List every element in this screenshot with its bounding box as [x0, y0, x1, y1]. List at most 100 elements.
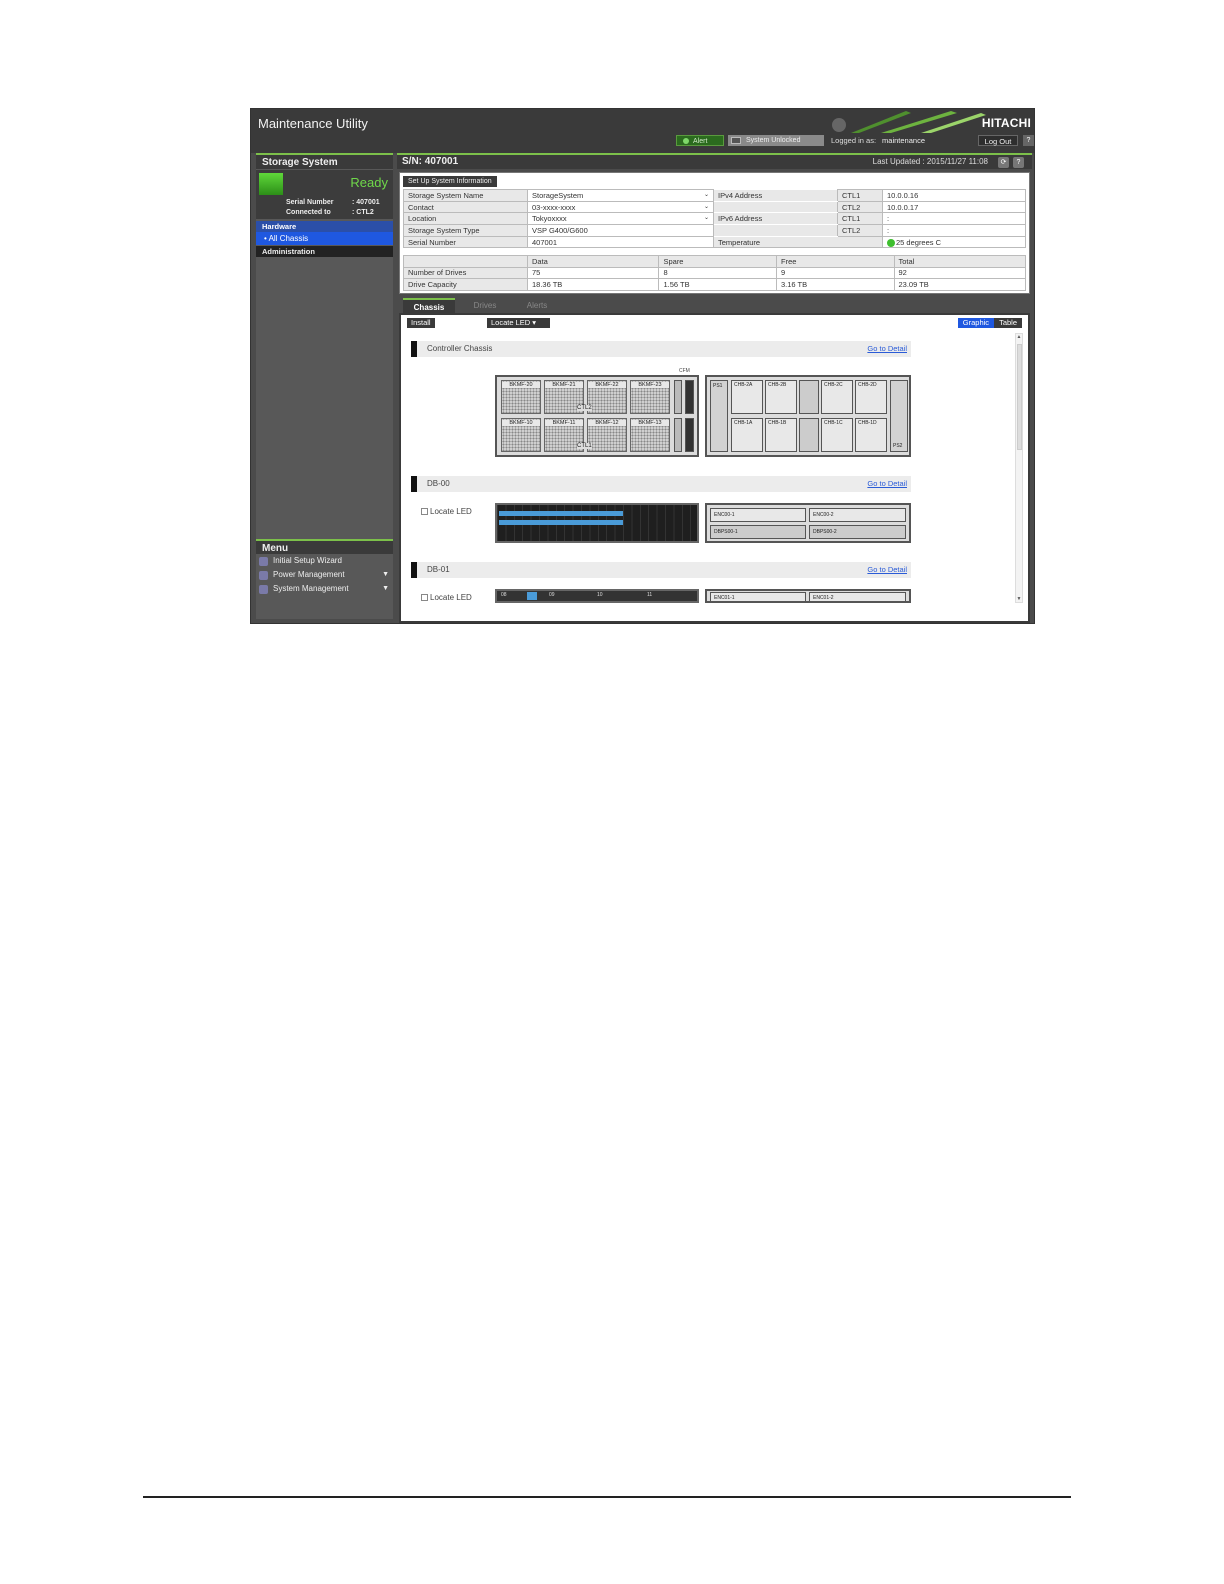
- nav-hardware[interactable]: Hardware: [256, 221, 393, 232]
- bay-label: BKMF-21: [545, 382, 583, 388]
- go-to-detail-link[interactable]: Go to Detail: [867, 565, 907, 574]
- locate-led-checkbox-db00[interactable]: Locate LED: [421, 507, 472, 516]
- help-icon[interactable]: ?: [1013, 157, 1024, 168]
- system-icon: [259, 585, 268, 594]
- menu-item-system-management[interactable]: System Management ▼: [256, 582, 393, 596]
- last-updated: Last Updated : 2015/11/27 11:08: [872, 157, 988, 166]
- menu-item-label: Initial Setup Wizard: [273, 556, 342, 565]
- chevron-down-icon: ▼: [382, 571, 389, 578]
- nav-all-chassis-label: All Chassis: [268, 234, 309, 243]
- temperature-status-icon: [887, 238, 895, 247]
- controller-rear-unit[interactable]: PS1 CHB-2A CHB-2B CHB-2C CHB-2D CHB-1A C…: [705, 375, 911, 457]
- bkmf-bay[interactable]: BKMF-22: [587, 380, 627, 414]
- chb-slot[interactable]: CHB-2D: [855, 380, 887, 414]
- tab-drives[interactable]: Drives: [459, 298, 511, 313]
- db00-drive-tray[interactable]: [495, 503, 699, 543]
- go-to-detail-link[interactable]: Go to Detail: [867, 479, 907, 488]
- db01-drive-tray[interactable]: 08 09 10 11: [495, 589, 699, 603]
- lan-slot[interactable]: [799, 418, 819, 452]
- view-toggle: Graphic Table: [957, 318, 1022, 328]
- logged-in-label: Logged in as:: [831, 136, 877, 145]
- chb-slot[interactable]: CHB-2B: [765, 380, 797, 414]
- scroll-down-icon[interactable]: ▼: [1016, 596, 1022, 602]
- chb-label: CHB-1C: [824, 420, 843, 426]
- nav-administration[interactable]: Administration: [256, 246, 393, 257]
- power-supply-1[interactable]: PS1: [710, 380, 728, 452]
- cfm-slot[interactable]: [685, 380, 694, 414]
- name-field[interactable]: StorageSystem ⌄: [527, 189, 714, 202]
- bay-label: BKMF-20: [502, 382, 540, 388]
- locate-led-dropdown[interactable]: Locate LED ▾: [487, 318, 550, 328]
- enc-module[interactable]: ENC01-2: [809, 592, 906, 602]
- location-field[interactable]: Tokyoxxxx ⌄: [527, 212, 714, 226]
- power-supply-2[interactable]: PS2: [890, 380, 908, 452]
- scroll-up-icon[interactable]: ▲: [1016, 334, 1022, 340]
- contact-field[interactable]: 03-xxxx-xxxx ⌄: [527, 200, 714, 214]
- section-marker: [411, 562, 417, 578]
- capacity-cell: 18.36 TB: [526, 278, 660, 291]
- checkbox[interactable]: [421, 508, 428, 516]
- bkmf-bay[interactable]: BKMF-23: [630, 380, 670, 414]
- ctl1-label: CTL1: [837, 212, 883, 226]
- db01-rear-unit[interactable]: ENC01-1 ENC01-2: [705, 589, 911, 603]
- bay-label: BKMF-23: [631, 382, 669, 388]
- bkmf-bay[interactable]: BKMF-10: [501, 418, 541, 452]
- ctl2-label: CTL2: [837, 224, 883, 237]
- ipv4-label: IPv4 Address: [713, 189, 838, 202]
- menu-item-initial-setup-wizard[interactable]: Initial Setup Wizard: [256, 554, 393, 568]
- bkmf-bay[interactable]: BKMF-20: [501, 380, 541, 414]
- table-view-button[interactable]: Table: [994, 318, 1022, 328]
- lan-slot[interactable]: [799, 380, 819, 414]
- alert-button[interactable]: Alert: [676, 135, 724, 146]
- dbps-module[interactable]: DBPS00-1: [710, 525, 806, 539]
- locate-led-label: Locate LED: [430, 507, 472, 516]
- cfm-slot[interactable]: [674, 418, 682, 452]
- refresh-icon[interactable]: ⟳: [998, 157, 1009, 168]
- section-title: DB-01: [427, 565, 450, 574]
- chb-slot[interactable]: CHB-2A: [731, 380, 763, 414]
- ctl1-label: CTL1: [837, 189, 883, 202]
- system-info-panel: Set Up System Information Storage System…: [399, 172, 1030, 294]
- enc-label: ENC00-1: [714, 512, 735, 518]
- vertical-scrollbar[interactable]: ▲ ▼: [1015, 333, 1023, 603]
- dbps-module[interactable]: DBPS00-2: [809, 525, 906, 539]
- locate-led-label: Locate LED: [491, 318, 531, 327]
- locate-led-label: Locate LED: [430, 593, 472, 602]
- chb-slot[interactable]: CHB-2C: [821, 380, 853, 414]
- data-drive-indicator: [527, 592, 537, 600]
- bkmf-bay[interactable]: BKMF-13: [630, 418, 670, 452]
- section-db-01: DB-01 Go to Detail: [411, 562, 911, 578]
- chb-slot[interactable]: CHB-1B: [765, 418, 797, 452]
- slot-label: 10: [597, 592, 603, 598]
- go-to-detail-link[interactable]: Go to Detail: [867, 344, 907, 353]
- locate-led-checkbox-db01[interactable]: Locate LED: [421, 593, 472, 602]
- logged-in-user: maintenance: [882, 136, 925, 145]
- tab-chassis[interactable]: Chassis: [403, 298, 455, 313]
- setup-system-info-button[interactable]: Set Up System Information: [403, 176, 497, 187]
- graphic-view-button[interactable]: Graphic: [957, 318, 995, 328]
- scroll-thumb[interactable]: [1017, 344, 1022, 450]
- cfm-slot[interactable]: [674, 380, 682, 414]
- tab-alerts[interactable]: Alerts: [511, 298, 563, 313]
- controller-front-unit[interactable]: BKMF-20 BKMF-21 BKMF-22 BKMF-23 CTL2 BKM…: [495, 375, 699, 457]
- nav-all-chassis[interactable]: • All Chassis: [256, 232, 393, 245]
- logout-button[interactable]: Log Out: [978, 135, 1018, 146]
- chb-slot[interactable]: CHB-1D: [855, 418, 887, 452]
- system-lock-button[interactable]: System Unlocked: [728, 135, 824, 146]
- status-details: Serial Number: 407001 Connected to: CTL2: [286, 198, 380, 218]
- serial-value: : 407001: [352, 199, 380, 206]
- enc-module[interactable]: ENC01-1: [710, 592, 806, 602]
- chb-slot[interactable]: CHB-1A: [731, 418, 763, 452]
- bkmf-bay[interactable]: BKMF-12: [587, 418, 627, 452]
- capacity-cell: 75: [526, 266, 660, 279]
- menu-item-power-management[interactable]: Power Management ▼: [256, 568, 393, 582]
- db00-rear-unit[interactable]: ENC00-1 ENC00-2 DBPS00-1 DBPS00-2: [705, 503, 911, 543]
- enc-module[interactable]: ENC00-2: [809, 508, 906, 522]
- install-button[interactable]: Install: [407, 318, 435, 328]
- bay-label: BKMF-11: [545, 420, 583, 426]
- cfm-slot[interactable]: [685, 418, 694, 452]
- enc-module[interactable]: ENC00-1: [710, 508, 806, 522]
- help-icon[interactable]: ?: [1023, 135, 1034, 146]
- chb-slot[interactable]: CHB-1C: [821, 418, 853, 452]
- checkbox[interactable]: [421, 594, 428, 602]
